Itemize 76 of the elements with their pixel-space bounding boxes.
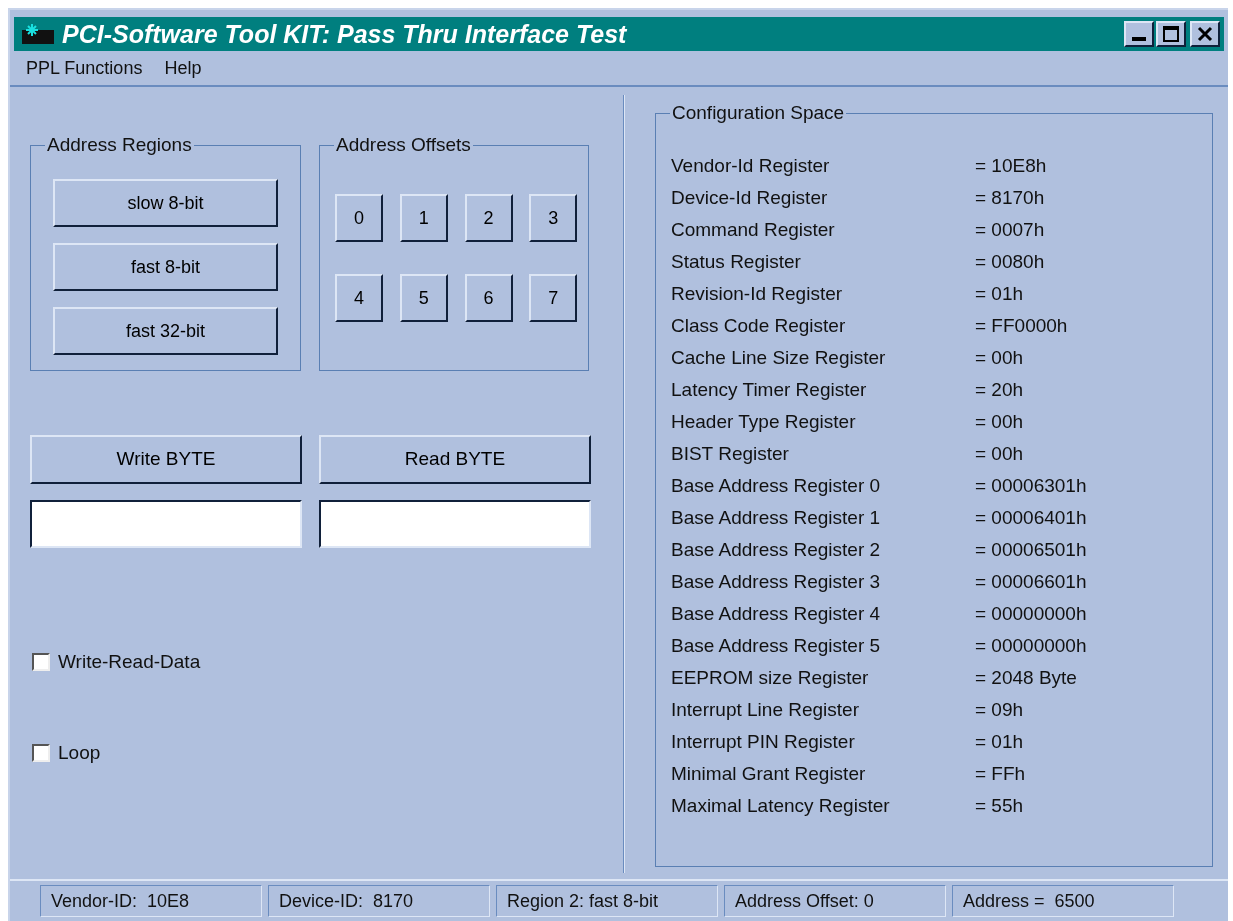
register-label: Base Address Register 5 (671, 633, 882, 658)
status-field: Region 2: fast 8-bit (496, 885, 718, 917)
register-value: = 0080h (975, 249, 1045, 274)
register-label: Class Code Register (671, 313, 847, 338)
register-value: = 01h (975, 281, 1024, 306)
register-value: = 0007h (975, 217, 1045, 242)
checkbox-label: Write-Read-Data (58, 650, 201, 674)
register-value: = 00006401h (975, 505, 1087, 530)
register-label: Minimal Grant Register (671, 761, 867, 786)
register-value: = 55h (975, 793, 1024, 818)
status-field: Vendor-ID: 10E8 (40, 885, 262, 917)
register-label: Maximal Latency Register (671, 793, 891, 818)
offset-button[interactable]: 0 (335, 194, 383, 242)
close-icon (1197, 26, 1213, 42)
register-label: Base Address Register 2 (671, 537, 882, 562)
register-value: = 09h (975, 697, 1024, 722)
register-label: Interrupt Line Register (671, 697, 860, 722)
register-value: = FFh (975, 761, 1026, 786)
register-label: BIST Register (671, 441, 790, 466)
register-label: EEPROM size Register (671, 665, 870, 690)
register-value: = 00006301h (975, 473, 1087, 498)
register-label: Latency Timer Register (671, 377, 868, 402)
register-label: Vendor-Id Register (671, 153, 831, 178)
register-value: = 00h (975, 345, 1024, 370)
register-value: = 00h (975, 441, 1024, 466)
register-label: Interrupt PIN Register (671, 729, 856, 754)
register-value: = 01h (975, 729, 1024, 754)
checkbox[interactable] (32, 743, 50, 762)
offset-button[interactable]: 3 (529, 194, 578, 242)
offset-button[interactable]: 1 (399, 194, 448, 242)
region-button[interactable]: fast 32-bit (53, 307, 278, 355)
register-label: Cache Line Size Register (671, 345, 887, 370)
register-label: Header Type Register (671, 409, 857, 434)
status-field: Address Offset: 0 (724, 885, 946, 917)
offset-button[interactable]: 5 (399, 274, 448, 322)
menu-item[interactable]: Help (164, 54, 202, 82)
action-button[interactable]: Write BYTE (30, 435, 302, 484)
register-value: = 00h (975, 409, 1024, 434)
register-value: = 00006601h (975, 569, 1087, 594)
register-label: Base Address Register 0 (671, 473, 882, 498)
register-label: Command Register (671, 217, 836, 242)
checkbox[interactable] (32, 653, 50, 672)
register-value: = 00000000h (975, 633, 1087, 658)
register-value: = 10E8h (975, 153, 1047, 178)
offset-button[interactable]: 4 (335, 274, 383, 322)
checkbox-label: Loop (58, 740, 101, 765)
status-field: Device-ID: 8170 (268, 885, 490, 917)
register-label: Status Register (671, 249, 802, 274)
window-title: PCI-Software Tool KIT: Pass Thru Interface Test (62, 19, 628, 49)
register-value: = 8170h (975, 185, 1045, 210)
maximize-button[interactable] (1156, 21, 1186, 47)
close-button[interactable] (1190, 21, 1220, 47)
menu-item[interactable]: PPL Functions (26, 54, 143, 82)
action-button[interactable]: Read BYTE (319, 435, 591, 484)
register-value: = 00006501h (975, 537, 1087, 562)
offset-button[interactable]: 7 (529, 274, 578, 322)
offset-button[interactable]: 6 (464, 274, 513, 322)
minimize-icon (1132, 37, 1146, 41)
maximize-icon (1163, 26, 1179, 42)
minimize-button[interactable] (1124, 21, 1154, 47)
data-field[interactable] (319, 500, 591, 548)
register-label: Base Address Register 1 (671, 505, 882, 530)
register-value: = FF0000h (975, 313, 1068, 338)
data-field[interactable] (30, 500, 302, 548)
register-label: Device-Id Register (671, 185, 829, 210)
app-icon (22, 24, 54, 44)
offset-button[interactable]: 2 (464, 194, 513, 242)
region-button[interactable]: fast 8-bit (53, 243, 278, 291)
register-label: Base Address Register 4 (671, 601, 882, 626)
region-button[interactable]: slow 8-bit (53, 179, 278, 227)
register-label: Revision-Id Register (671, 281, 844, 306)
register-label: Base Address Register 3 (671, 569, 882, 594)
register-value: = 2048 Byte (975, 665, 1077, 690)
status-field: Address = 6500 (952, 885, 1174, 917)
register-value: = 00000000h (975, 601, 1087, 626)
register-value: = 20h (975, 377, 1024, 402)
